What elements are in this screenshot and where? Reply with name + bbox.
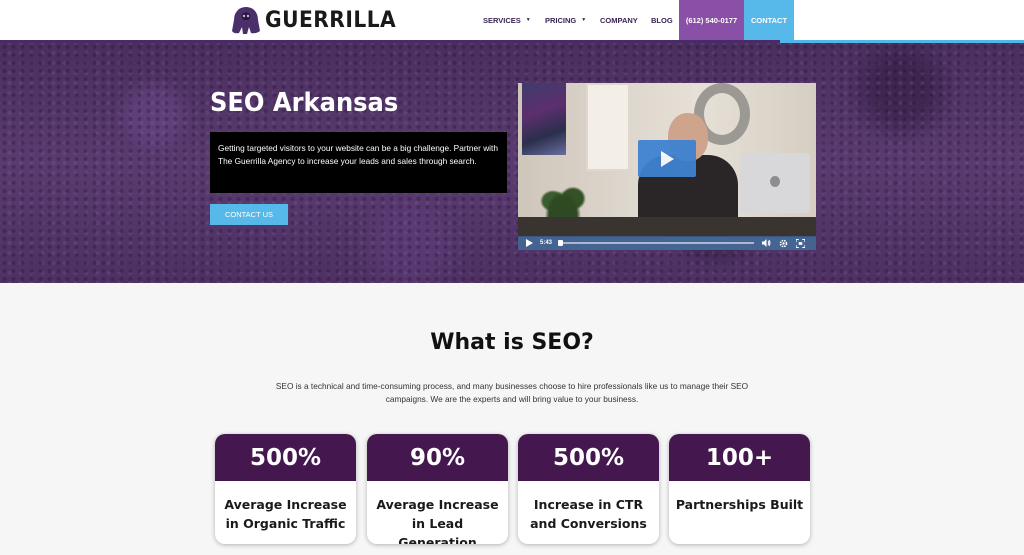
site-header: GUERRILLA SERVICES ▼ PRICING ▼ COMPANY B… [0,0,1024,40]
forest-background [0,43,1024,283]
stat-label: Average Increase in Lead Generation [376,497,499,544]
stat-card: 90% Average Increase in Lead Generation [367,434,508,544]
video-window [586,83,630,171]
hero-title: SEO Arkansas [210,88,399,118]
control-play-icon[interactable] [524,238,534,248]
section-description: SEO is a technical and time-consuming pr… [275,381,749,404]
nav-services[interactable]: SERVICES ▼ [483,0,531,40]
section-title: What is SEO? [430,330,594,355]
logo[interactable]: GUERRILLA [231,5,408,35]
nav-company[interactable]: COMPANY [600,0,638,40]
video-time: 5:43 [540,240,553,246]
laptop [740,153,810,213]
contact-us-button[interactable]: CONTACT US [210,204,288,225]
what-is-seo-section: What is SEO? SEO is a technical and time… [0,283,1024,555]
hero-section: SEO Arkansas Getting targeted visitors t… [0,43,1024,283]
nav-pricing[interactable]: PRICING ▼ [545,0,586,40]
desk [518,217,816,237]
stat-value: 500% [215,434,356,481]
stat-label: Partnerships Built [675,497,804,512]
nav-company-label: COMPANY [600,15,638,25]
stat-card: 500% Increase in CTR and Conversions [518,434,659,544]
video-play-button[interactable] [638,140,696,177]
nav-blog-label: BLOG [651,15,673,25]
phone-button[interactable]: (612) 540-0177 [679,0,744,40]
nav-blog[interactable]: BLOG [651,0,673,40]
play-icon [661,150,674,167]
stat-value: 500% [518,434,659,481]
gorilla-logo-icon [232,7,260,34]
stat-value: 100+ [669,434,810,481]
contact-nav-button[interactable]: CONTACT [744,0,794,40]
nav-services-label: SERVICES [483,15,521,25]
nav-pricing-label: PRICING [545,15,577,25]
apple-logo-icon [770,176,780,187]
chevron-down-icon: ▼ [581,17,587,23]
volume-icon[interactable] [762,239,771,248]
stat-value: 90% [367,434,508,481]
settings-icon[interactable] [779,239,788,248]
video-poster-art [522,83,566,155]
progress-knob[interactable] [558,240,564,246]
stat-label: Increase in CTR and Conversions [530,497,647,531]
video-controls: 5:43 [518,236,816,250]
logo-text: GUERRILLA [265,7,397,33]
fullscreen-icon[interactable] [796,238,806,248]
stat-card: 100+ Partnerships Built [669,434,810,544]
video-player[interactable]: 5:43 [518,83,816,250]
stat-label: Average Increase in Organic Traffic [224,497,347,531]
stat-card: 500% Average Increase in Organic Traffic [215,434,356,544]
video-progress-bar[interactable] [558,240,755,246]
hero-description: Getting targeted visitors to your websit… [210,132,507,193]
chevron-down-icon: ▼ [525,17,531,23]
